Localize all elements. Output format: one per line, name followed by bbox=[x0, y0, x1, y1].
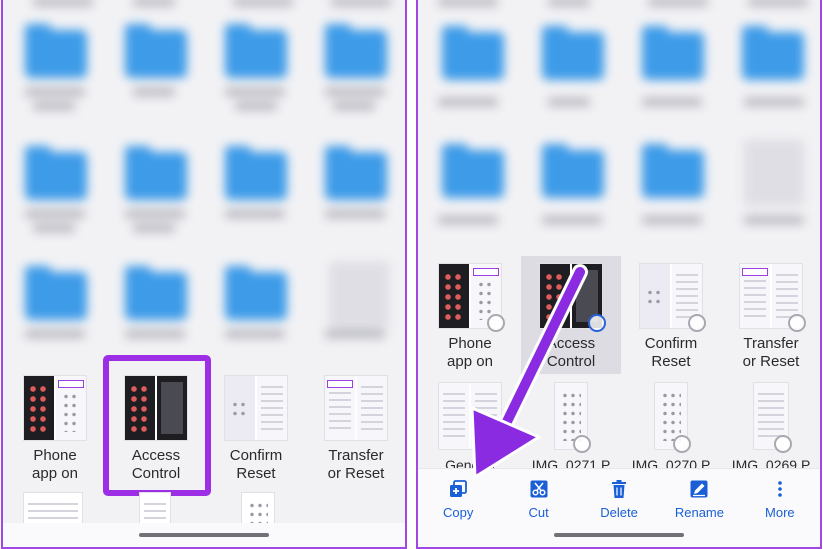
file-thumbnail bbox=[224, 375, 288, 441]
folder-icon[interactable] bbox=[25, 24, 87, 78]
blurred-label bbox=[125, 210, 185, 218]
blurred-label bbox=[225, 210, 285, 218]
blurred-label bbox=[325, 330, 385, 338]
folder-icon[interactable] bbox=[25, 266, 87, 320]
file-tile-phone-app[interactable]: Phone app on bbox=[7, 375, 103, 483]
blurred-thumbnail[interactable] bbox=[329, 262, 389, 328]
blurred-label bbox=[233, 0, 293, 6]
blurred-label bbox=[125, 330, 185, 338]
blurred-label bbox=[33, 102, 75, 110]
left-screenshot-panel: Phone app on Access Control Confirm Rese… bbox=[1, 0, 407, 549]
blurred-label bbox=[333, 102, 375, 110]
blurred-label bbox=[325, 210, 385, 218]
file-name: Transfer or Reset bbox=[327, 447, 385, 482]
blurred-label bbox=[325, 88, 385, 96]
blurred-label bbox=[235, 102, 277, 110]
blurred-label bbox=[133, 88, 175, 96]
file-name: Phone app on bbox=[32, 447, 78, 482]
blurred-label bbox=[33, 224, 75, 232]
file-thumbnail bbox=[324, 375, 388, 441]
blurred-label bbox=[225, 88, 285, 96]
home-indicator[interactable] bbox=[139, 533, 269, 537]
folder-icon[interactable] bbox=[125, 24, 187, 78]
folder-icon[interactable] bbox=[325, 146, 387, 200]
blurred-label bbox=[225, 330, 285, 338]
file-tile-transfer-reset[interactable]: Transfer or Reset bbox=[308, 375, 404, 483]
blurred-label bbox=[25, 88, 85, 96]
blurred-label bbox=[25, 330, 85, 338]
annotation-arrow-icon bbox=[470, 264, 588, 479]
blurred-label bbox=[133, 0, 175, 6]
folder-icon[interactable] bbox=[325, 24, 387, 78]
folder-icon[interactable] bbox=[225, 24, 287, 78]
folder-icon[interactable] bbox=[225, 266, 287, 320]
folder-icon[interactable] bbox=[125, 146, 187, 200]
file-tile-confirm-reset[interactable]: Confirm Reset bbox=[208, 375, 304, 483]
folder-icon[interactable] bbox=[225, 146, 287, 200]
right-screenshot-panel: Phone app on Access Control Confirm Rese… bbox=[416, 0, 822, 549]
blurred-label bbox=[331, 0, 391, 6]
folder-icon[interactable] bbox=[125, 266, 187, 320]
blurred-label bbox=[33, 0, 93, 6]
blurred-label bbox=[25, 210, 85, 218]
file-thumbnail bbox=[23, 375, 87, 441]
selection-highlight-box bbox=[103, 355, 211, 496]
folder-icon[interactable] bbox=[25, 146, 87, 200]
blurred-label bbox=[133, 224, 175, 232]
file-name: Confirm Reset bbox=[229, 447, 283, 482]
